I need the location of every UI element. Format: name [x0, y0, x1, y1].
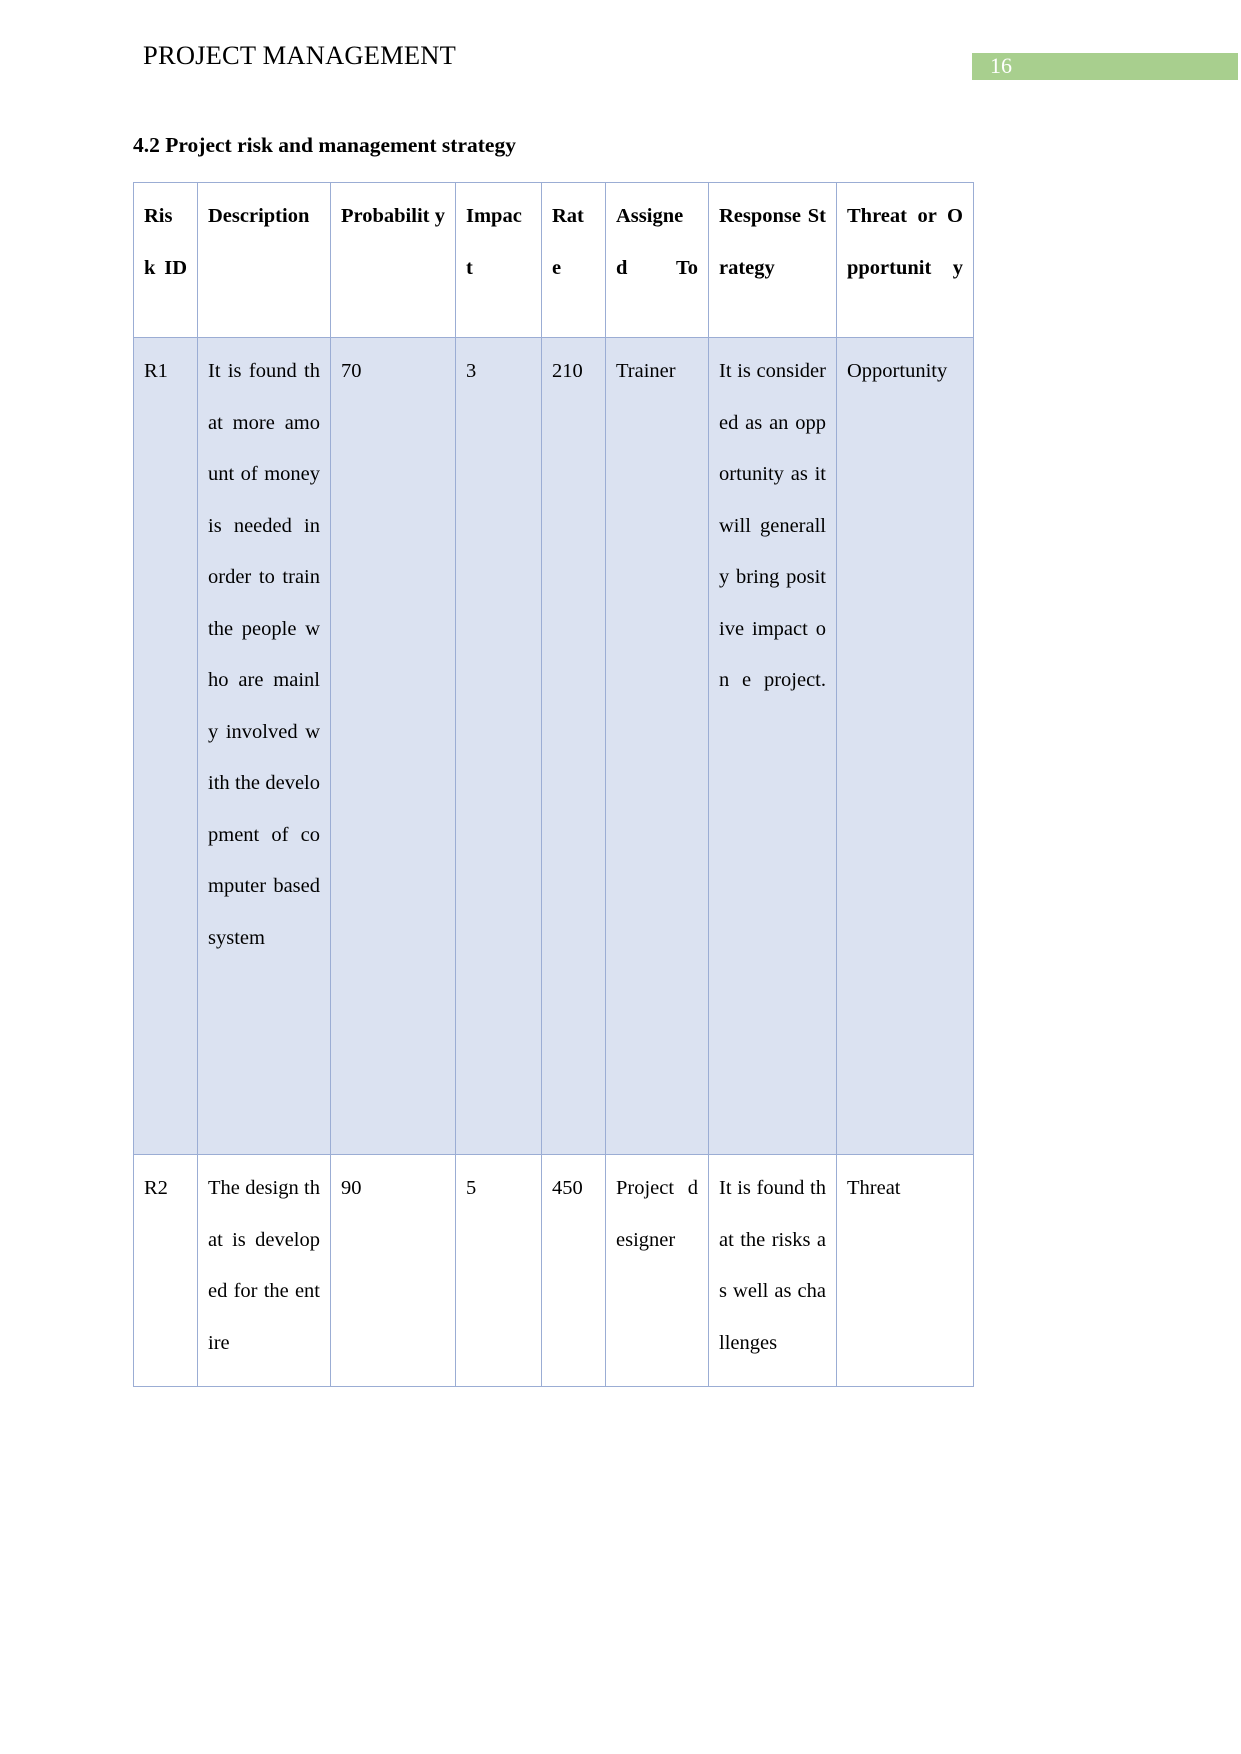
- column-header-probability: Probabilit y: [330, 182, 456, 338]
- cell-impact: 5: [455, 1154, 542, 1387]
- page-number-text: 16: [990, 53, 1012, 78]
- cell-risk-id: R1: [133, 337, 198, 1155]
- table-row: R2 The design that is developed for the …: [133, 1154, 974, 1387]
- table-header-row: Ris k ID Description Probabilit y Impac …: [133, 182, 974, 338]
- cell-rate: 210: [541, 337, 606, 1155]
- page-bottom-margin-mask: [0, 1400, 1241, 1754]
- table-row: R1 It is found that more amount of money…: [133, 337, 974, 1155]
- cell-impact: 3: [455, 337, 542, 1155]
- cell-rate: 450: [541, 1154, 606, 1387]
- cell-probability: 70: [330, 337, 456, 1155]
- column-header-description: Description: [197, 182, 331, 338]
- cell-threat-or-opportunity: Opportunity: [836, 337, 974, 1155]
- column-header-rate: Rat e: [541, 182, 606, 338]
- cell-response-strategy: It is found that the risks as well as ch…: [708, 1154, 837, 1387]
- cell-assigned-to: Trainer: [605, 337, 709, 1155]
- column-header-assigned-to: Assigne d To: [605, 182, 709, 338]
- document-title-text: PROJECT MANAGEMENT: [143, 40, 457, 70]
- cell-response-strategy: It is considered as an opportunity as it…: [708, 337, 837, 1155]
- column-header-response-strategy: Response Strategy: [708, 182, 837, 338]
- risk-management-table: Ris k ID Description Probabilit y Impac …: [133, 182, 974, 1387]
- cell-description: It is found that more amount of money is…: [197, 337, 331, 1155]
- cell-threat-or-opportunity: Threat: [836, 1154, 974, 1387]
- page-number-badge: 16: [972, 53, 1238, 80]
- section-heading: 4.2 Project risk and management strategy: [133, 133, 516, 157]
- column-header-impact: Impac t: [455, 182, 542, 338]
- document-running-header: PROJECT MANAGEMENT 16: [0, 0, 1241, 110]
- cell-description: The design that is developed for the ent…: [197, 1154, 331, 1387]
- cell-probability: 90: [330, 1154, 456, 1387]
- column-header-risk-id: Ris k ID: [133, 182, 198, 338]
- column-header-threat-or-opportunity: Threat or Opportunit y: [836, 182, 974, 338]
- cell-assigned-to: Project designer: [605, 1154, 709, 1387]
- cell-risk-id: R2: [133, 1154, 198, 1387]
